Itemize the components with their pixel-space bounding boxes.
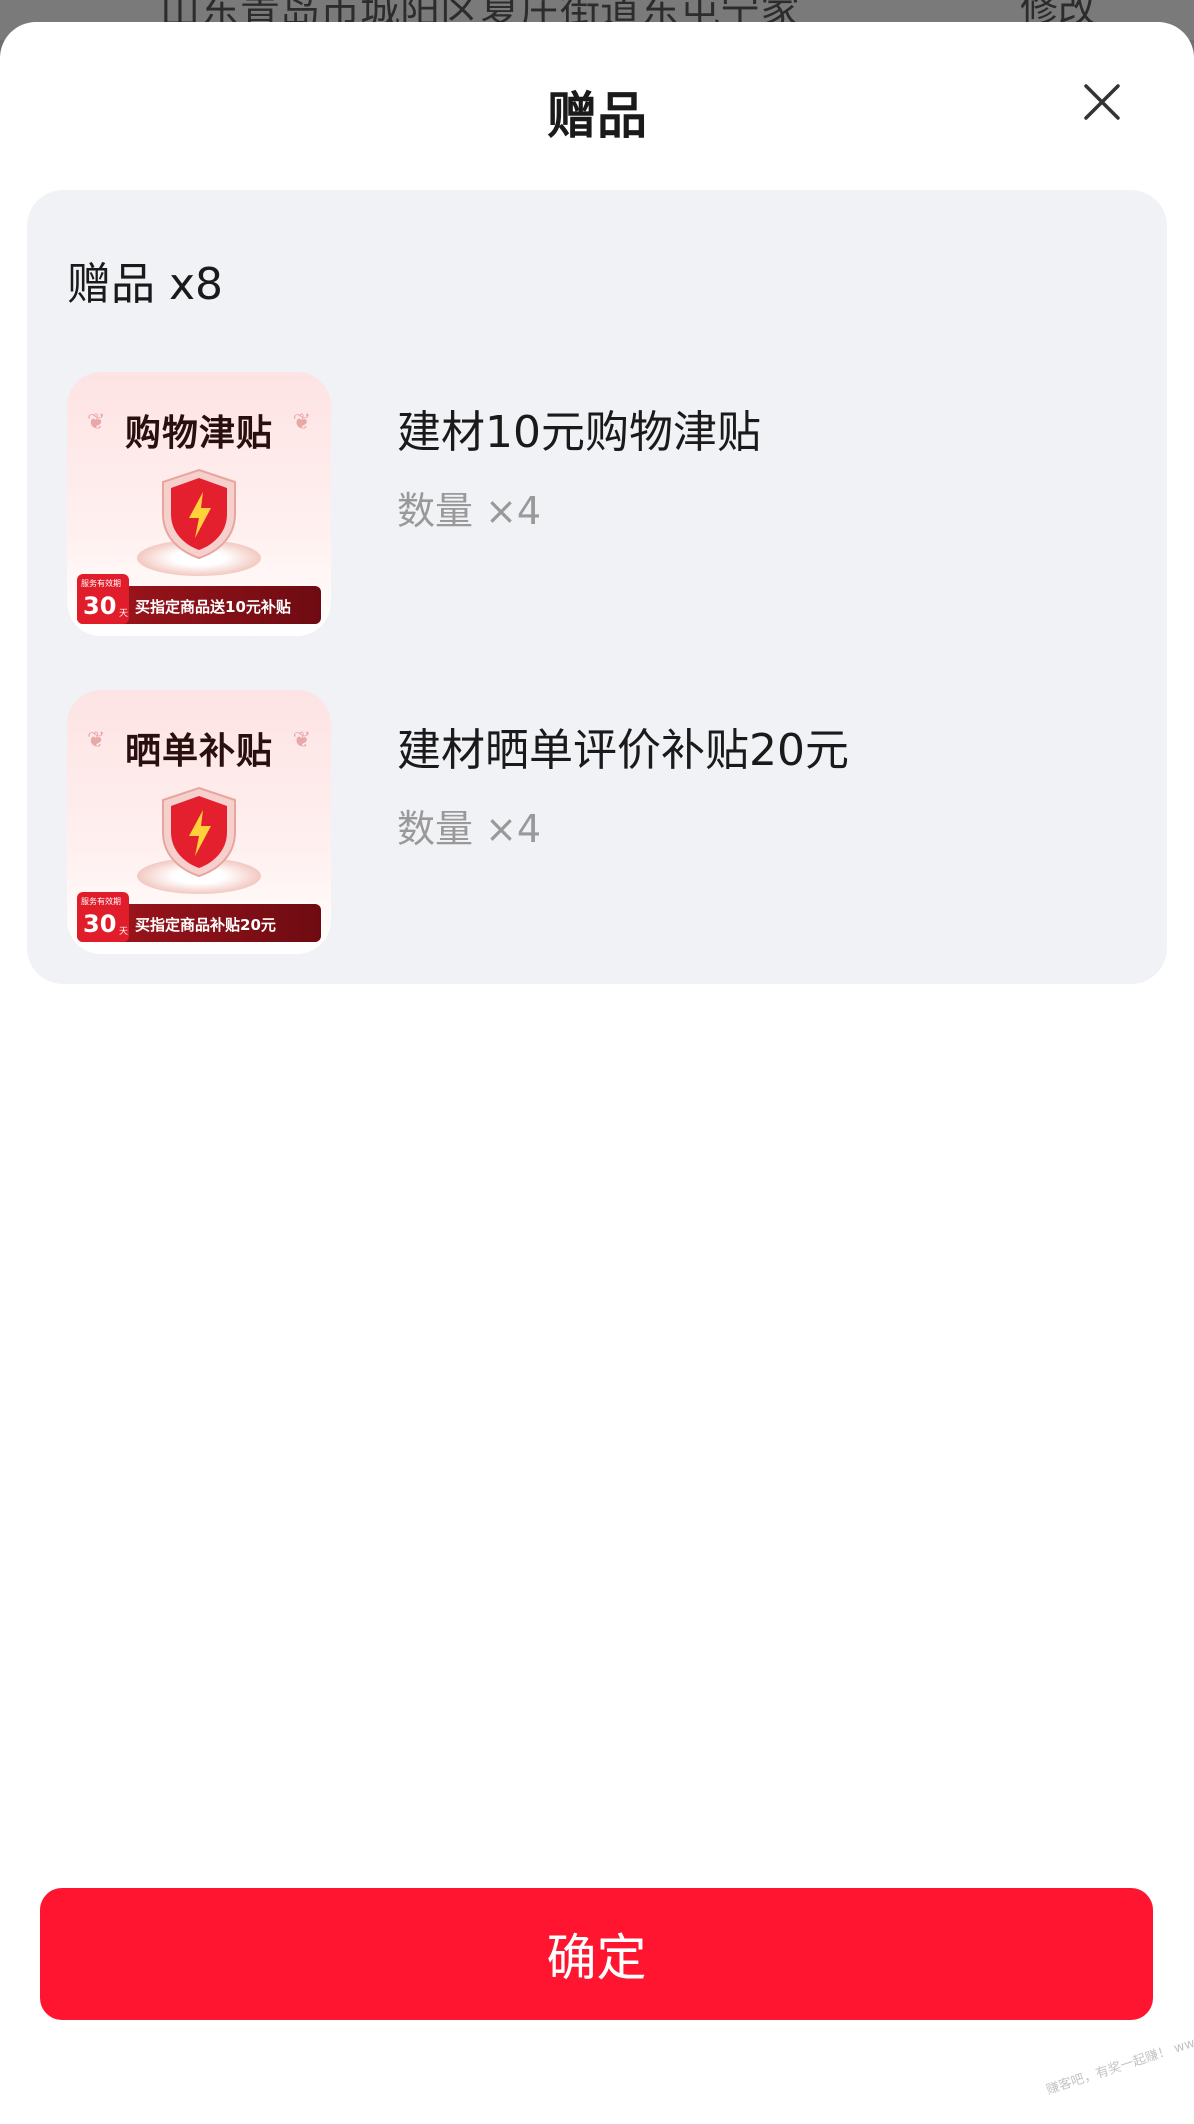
- gift-sheet: 赠品 赠品 x8 ❦ 购物津贴 ❦ 服务有效期 30 天 买指定商品送10元补贴…: [0, 22, 1194, 2124]
- validity-days: 30: [83, 910, 117, 938]
- sheet-title: 赠品: [547, 87, 647, 145]
- validity-label: 服务有效期: [81, 897, 121, 906]
- gift-quantity: 数量 ×4: [397, 489, 542, 533]
- gift-thumbnail: ❦ 晒单补贴 ❦ 服务有效期 30 天 买指定商品补贴20元: [67, 690, 331, 954]
- laurel-right-icon: ❦: [292, 728, 311, 753]
- gift-quantity: 数量 ×4: [397, 807, 542, 851]
- close-icon: [1084, 84, 1120, 120]
- thumb-title: 购物津贴: [124, 413, 273, 454]
- thumb-banner-text: 买指定商品补贴20元: [135, 916, 276, 934]
- gift-name: 建材10元购物津贴: [397, 407, 761, 458]
- shield-lightning-icon: [162, 468, 236, 560]
- laurel-right-icon: ❦: [292, 410, 311, 435]
- validity-days-unit: 天: [119, 609, 129, 619]
- thumb-banner-text: 买指定商品送10元补贴: [135, 598, 291, 616]
- gift-item: ❦ 晒单补贴 ❦ 服务有效期 30 天 买指定商品补贴20元 建材晒单评价补贴2…: [67, 690, 1127, 954]
- thumb-title: 晒单补贴: [124, 731, 273, 772]
- shield-lightning-icon: [162, 786, 236, 878]
- validity-days-unit: 天: [119, 927, 129, 937]
- gift-count-label: 赠品 x8: [67, 259, 224, 310]
- gift-name: 建材晒单评价补贴20元: [397, 725, 849, 776]
- validity-badge: 服务有效期 30 天: [77, 574, 129, 624]
- close-button[interactable]: [1078, 78, 1126, 126]
- validity-label: 服务有效期: [81, 579, 121, 588]
- gift-thumbnail: ❦ 购物津贴 ❦ 服务有效期 30 天 买指定商品送10元补贴: [67, 372, 331, 636]
- gift-list-card: 赠品 x8 ❦ 购物津贴 ❦ 服务有效期 30 天 买指定商品送10元补贴 建材…: [27, 190, 1167, 984]
- gift-item: ❦ 购物津贴 ❦ 服务有效期 30 天 买指定商品送10元补贴 建材10元购物津…: [67, 372, 1127, 636]
- confirm-button[interactable]: 确定: [40, 1888, 1153, 2020]
- validity-days: 30: [83, 592, 117, 620]
- validity-badge: 服务有效期 30 天: [77, 892, 129, 942]
